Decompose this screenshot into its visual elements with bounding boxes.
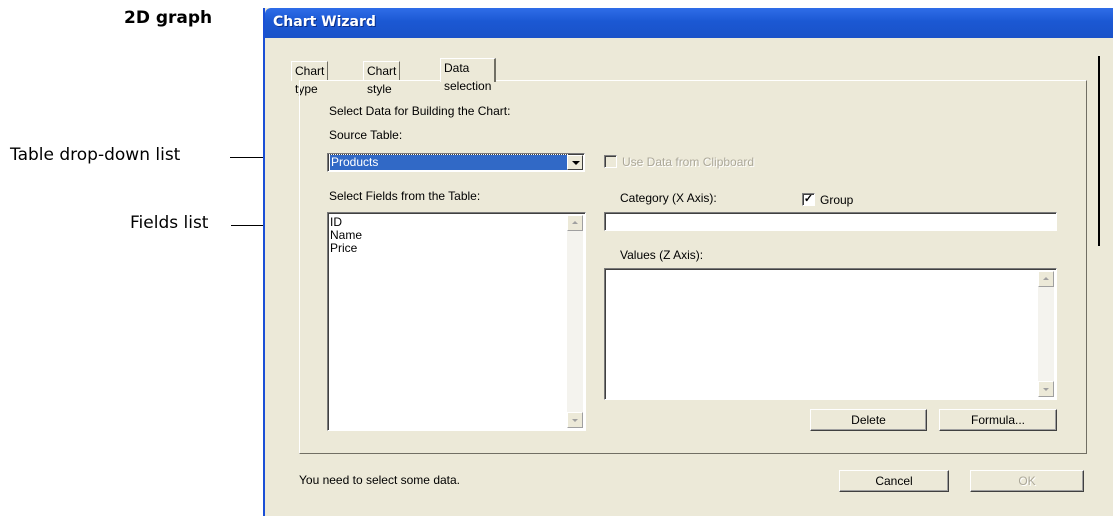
fields-list-scrollbar[interactable] bbox=[567, 215, 583, 428]
tab-chart-style[interactable]: Chart style bbox=[363, 61, 401, 96]
callout-fields-list: Fields list bbox=[130, 213, 209, 233]
ok-button[interactable]: OK bbox=[970, 470, 1084, 492]
tab-data-selection[interactable]: Data selection bbox=[440, 58, 497, 93]
cancel-button[interactable]: Cancel bbox=[839, 470, 949, 492]
tab-chart-type[interactable]: Chart type bbox=[291, 61, 329, 96]
chart-wizard-window: Chart Wizard Chart type Chart style Data… bbox=[263, 8, 1113, 516]
use-clipboard-label: Use Data from Clipboard bbox=[622, 155, 755, 169]
scroll-down-icon[interactable] bbox=[567, 412, 583, 428]
list-item[interactable]: Price bbox=[330, 242, 357, 255]
values-list[interactable] bbox=[604, 268, 1057, 400]
category-field[interactable] bbox=[604, 212, 1057, 231]
group-label: Group bbox=[820, 193, 854, 207]
scroll-down-icon[interactable] bbox=[1038, 381, 1054, 397]
instruction-text: Select Data for Building the Chart: bbox=[329, 104, 511, 118]
values-list-scrollbar[interactable] bbox=[1038, 271, 1054, 397]
callout-table-dropdown: Table drop-down list bbox=[10, 145, 181, 165]
source-table-label: Source Table: bbox=[329, 128, 403, 142]
figure-heading: 2D graph bbox=[124, 8, 213, 28]
title-bar[interactable]: Chart Wizard bbox=[265, 8, 1113, 38]
formula-button[interactable]: Formula... bbox=[939, 409, 1057, 431]
source-table-value: Products bbox=[329, 154, 568, 171]
values-label: Values (Z Axis): bbox=[620, 248, 704, 262]
chevron-down-icon[interactable] bbox=[567, 155, 583, 170]
category-label: Category (X Axis): bbox=[620, 191, 717, 205]
use-clipboard-checkbox[interactable] bbox=[604, 155, 617, 168]
window-scrollbar[interactable] bbox=[1098, 56, 1100, 246]
window-title: Chart Wizard bbox=[273, 14, 376, 30]
delete-button[interactable]: Delete bbox=[810, 409, 927, 431]
status-text: You need to select some data. bbox=[299, 473, 461, 487]
scroll-up-icon[interactable] bbox=[1038, 271, 1054, 287]
fields-list[interactable]: ID Name Price bbox=[327, 212, 586, 431]
source-table-dropdown[interactable]: Products bbox=[327, 153, 585, 172]
scroll-up-icon[interactable] bbox=[567, 215, 583, 231]
group-checkbox[interactable]: ✓ bbox=[802, 193, 815, 206]
select-fields-label: Select Fields from the Table: bbox=[329, 189, 481, 203]
